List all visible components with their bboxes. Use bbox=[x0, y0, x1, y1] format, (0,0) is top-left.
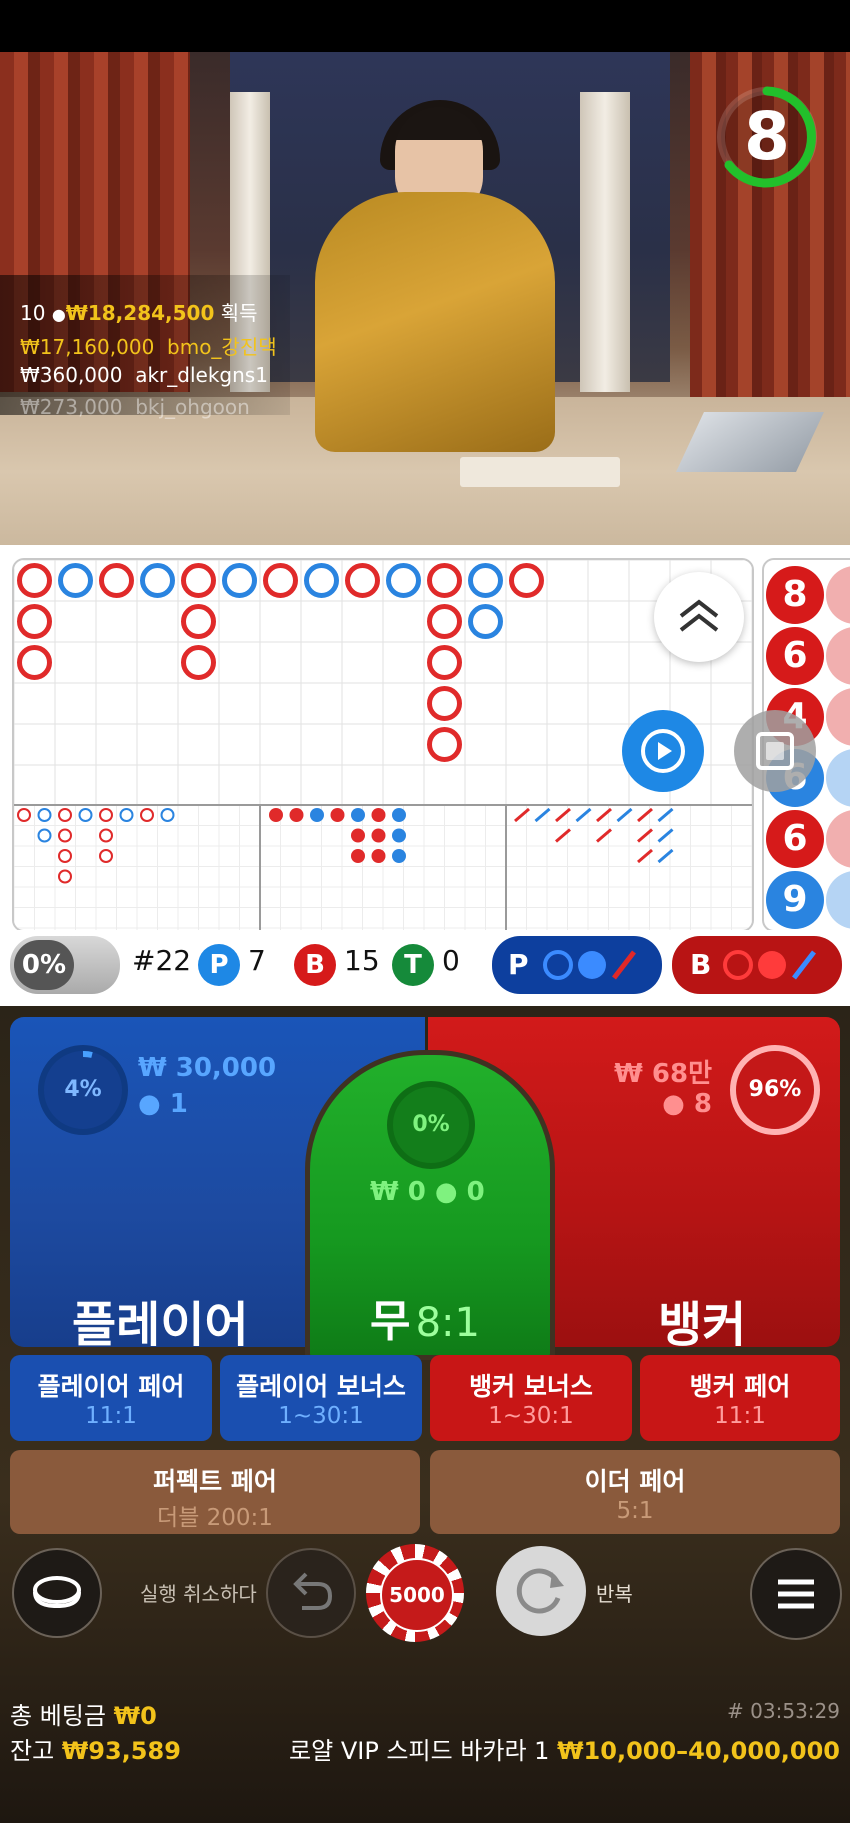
person-icon: ● bbox=[51, 305, 66, 324]
pip-button[interactable] bbox=[734, 710, 816, 792]
stats-bar: 0% #22 P 7 B 15 T 0 P B bbox=[0, 930, 850, 1006]
table-info: 로얄 VIP 스피드 바카라 1 ₩10,000–40,000,000 bbox=[289, 1737, 840, 1765]
chip-value: 5000 bbox=[380, 1558, 454, 1632]
banker-bettor-count: ● 8 bbox=[662, 1089, 712, 1119]
banker-predict-button[interactable]: B bbox=[672, 936, 842, 994]
bead-circle: 8 bbox=[766, 566, 824, 624]
banker-count: 15 bbox=[344, 944, 380, 977]
undo-button[interactable] bbox=[266, 1548, 356, 1638]
player-bettor-count: ● 1 bbox=[138, 1089, 188, 1119]
player-predict-button[interactable]: P bbox=[492, 936, 662, 994]
bead-circle: 6 bbox=[766, 627, 824, 685]
tie-bet-area[interactable]: 0% ₩ 0 ● 0 무 8:1 bbox=[305, 1050, 555, 1360]
video-replay-icon bbox=[641, 729, 685, 773]
total-bet: 총 베팅금 ₩0 bbox=[10, 1702, 157, 1730]
player-percent-ring: 4% bbox=[38, 1045, 128, 1135]
video-toggle-button[interactable] bbox=[622, 710, 704, 792]
person-icon: ● bbox=[662, 1089, 694, 1119]
win-percent-toggle[interactable]: 0% bbox=[10, 936, 120, 994]
perfect-pair-button[interactable]: 퍼펙트 페어 더블 200:1 bbox=[10, 1450, 420, 1534]
status-bar bbox=[0, 0, 850, 52]
repeat-button[interactable] bbox=[496, 1546, 586, 1636]
undo-label: 실행 취소하다 bbox=[140, 1582, 257, 1606]
tie-bet-info: ₩ 0 ● 0 bbox=[370, 1177, 485, 1207]
repeat-label: 반복 bbox=[596, 1582, 633, 1606]
collapse-button[interactable] bbox=[654, 572, 744, 662]
chip-selector[interactable]: 5000 bbox=[366, 1544, 464, 1642]
banker-pair-button[interactable]: 뱅커 페어 11:1 bbox=[640, 1355, 840, 1441]
winners-summary: 10 ●₩18,284,500 획득 bbox=[20, 301, 258, 325]
person-icon: ● bbox=[138, 1089, 170, 1119]
hamburger-icon bbox=[778, 1579, 814, 1609]
predict-icons bbox=[723, 950, 816, 980]
winners-list: 10 ●₩18,284,500 획득 ₩17,160,000 bmo_강진댁 ₩… bbox=[0, 275, 290, 419]
player-label: 플레이어 bbox=[72, 1297, 249, 1347]
banker-percent-ring: 96% bbox=[730, 1045, 820, 1135]
either-pair-button[interactable]: 이더 페어 5:1 bbox=[430, 1450, 840, 1534]
bead-circle: 6 bbox=[766, 810, 824, 868]
banker-bonus-button[interactable]: 뱅커 보너스 1~30:1 bbox=[430, 1355, 632, 1441]
chip-tray-icon bbox=[33, 1576, 81, 1609]
minimize-icon bbox=[756, 732, 794, 770]
repeat-icon bbox=[516, 1568, 564, 1614]
tie-count: 0 bbox=[442, 944, 460, 977]
winner-row: ₩17,160,000 bmo_강진댁 bbox=[20, 335, 277, 359]
banker-count-badge: B bbox=[294, 944, 336, 986]
menu-button[interactable] bbox=[750, 1548, 842, 1640]
big-road[interactable] bbox=[12, 558, 754, 932]
tie-percent-ring: 0% bbox=[387, 1081, 475, 1169]
round-number: #22 bbox=[132, 944, 192, 977]
countdown-timer: 8 bbox=[715, 85, 819, 189]
banker-label: 뱅커 bbox=[658, 1297, 747, 1347]
undo-icon bbox=[293, 1572, 333, 1610]
bead-circle: 9 bbox=[766, 871, 824, 929]
predict-icons bbox=[543, 950, 636, 980]
dealt-cards bbox=[460, 457, 620, 487]
player-bet-amount: ₩ 30,000 bbox=[138, 1053, 277, 1083]
player-pair-button[interactable]: 플레이어 페어 11:1 bbox=[10, 1355, 212, 1441]
chip-tray-button[interactable] bbox=[12, 1548, 102, 1638]
tie-label: 무 8:1 bbox=[370, 1296, 480, 1347]
chevron-up-icon bbox=[679, 599, 719, 632]
person-icon: ● bbox=[434, 1177, 458, 1207]
player-count: 7 bbox=[248, 944, 266, 977]
banker-bet-amount: ₩ 68만 bbox=[614, 1059, 712, 1089]
countdown-value: 8 bbox=[744, 98, 790, 175]
tie-count-badge: T bbox=[392, 944, 434, 986]
winner-row: ₩360,000 akr_dlekgns1 bbox=[20, 363, 268, 387]
player-count-badge: P bbox=[198, 944, 240, 986]
winner-row: ₩273,000 bkj_ohgoon bbox=[20, 395, 250, 419]
game-id: # 03:53:29 bbox=[727, 1699, 840, 1723]
player-bonus-button[interactable]: 플레이어 보너스 1~30:1 bbox=[220, 1355, 422, 1441]
balance: 잔고 ₩93,589 bbox=[10, 1737, 181, 1765]
